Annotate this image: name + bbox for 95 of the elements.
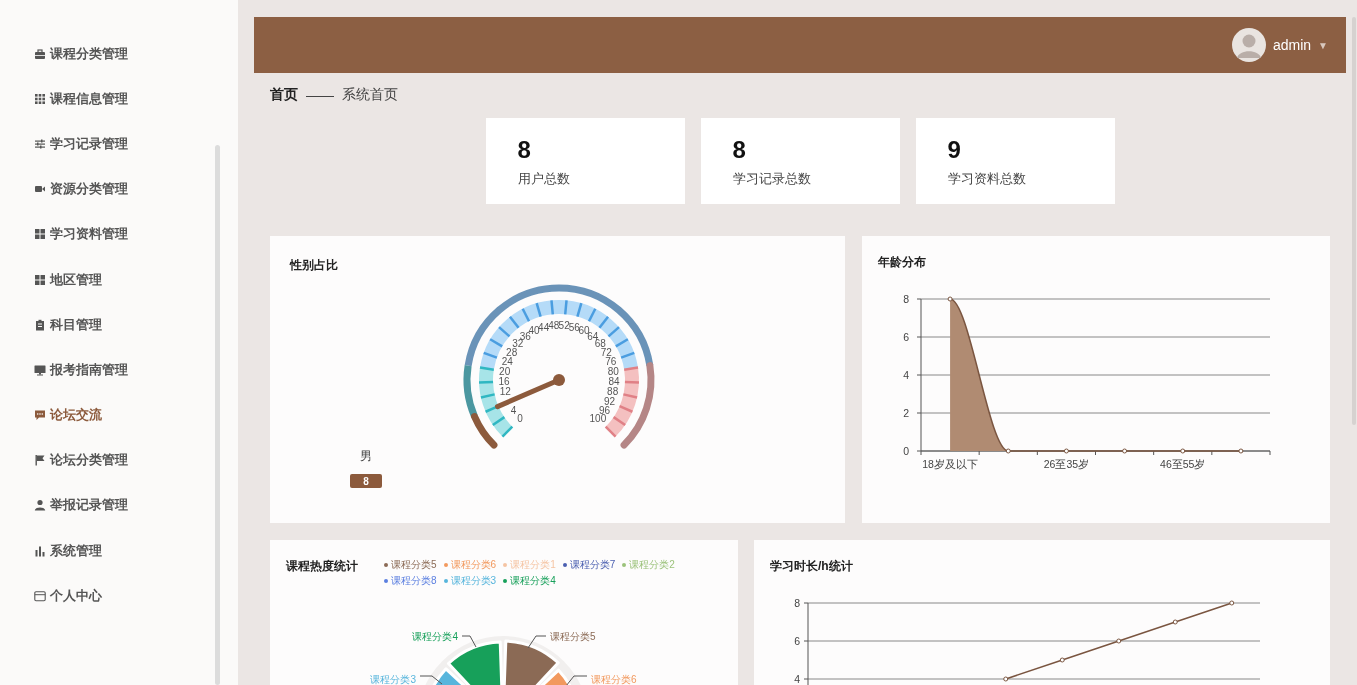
legend-item[interactable]: 课程分类5 xyxy=(384,558,444,572)
slice-label: 课程分类5 xyxy=(550,631,596,642)
series-name: 男 xyxy=(360,449,372,463)
monitor-icon xyxy=(34,363,46,376)
scale-label: 28 xyxy=(506,346,518,358)
scale-label: 44 xyxy=(538,321,550,333)
flag-icon xyxy=(34,454,46,467)
data-point xyxy=(1229,600,1235,606)
sidebar-item[interactable]: 举报记录管理 xyxy=(0,482,238,529)
legend-item[interactable]: 课程分类7 xyxy=(562,558,623,572)
scale-label: 16 xyxy=(498,376,510,388)
axis-label: 8 xyxy=(794,597,800,609)
sidebar-item[interactable]: 论坛交流 xyxy=(0,392,238,438)
sidebar-item[interactable]: 地区管理 xyxy=(0,256,238,303)
person-icon xyxy=(34,499,46,512)
grid-icon xyxy=(34,228,46,241)
bar-chart-icon xyxy=(34,544,46,557)
leader-line xyxy=(565,675,588,685)
chat-bubble-icon xyxy=(34,409,46,422)
card-title: 学习时长/h统计 xyxy=(769,558,854,575)
slice-label: 课程分类3 xyxy=(370,674,416,685)
axis-label: 2 xyxy=(903,407,909,419)
data-point xyxy=(1005,448,1011,454)
sidebar-item[interactable]: 系统管理 xyxy=(0,528,238,574)
slice-label: 课程分类4 xyxy=(412,631,458,642)
breadcrumb-separator: —— xyxy=(306,87,334,103)
sidebar-item[interactable]: 课程信息管理 xyxy=(0,76,238,122)
data-point xyxy=(1180,448,1186,454)
axis-label: 8 xyxy=(903,293,909,305)
scale-label: 4 xyxy=(510,405,517,417)
data-point xyxy=(1063,448,1069,454)
avatar-icon[interactable] xyxy=(1231,28,1266,62)
briefcase-icon xyxy=(34,47,46,60)
clipboard-icon xyxy=(34,318,46,331)
wallet-icon xyxy=(34,589,46,602)
scale-label: 24 xyxy=(501,355,513,367)
card-title: 性别占比 xyxy=(288,257,339,274)
sidebar-item[interactable]: 论坛分类管理 xyxy=(0,437,238,483)
stat-value: 8 xyxy=(517,136,532,164)
scale-label: 52 xyxy=(558,319,570,331)
data-point xyxy=(1059,657,1065,663)
sidebar-item[interactable]: 科目管理 xyxy=(0,302,238,348)
scale-label: 88 xyxy=(607,386,619,398)
leader-line xyxy=(419,675,443,685)
scale-label: 80 xyxy=(607,365,619,377)
pie-slice[interactable] xyxy=(446,640,505,685)
scale-label: 92 xyxy=(603,396,616,408)
axis-label: 4 xyxy=(794,673,800,685)
scale-label: 0 xyxy=(517,413,523,425)
card-title: 课程热度统计 xyxy=(286,558,359,575)
stat-value: 9 xyxy=(947,136,962,164)
stat-value: 8 xyxy=(732,136,747,164)
legend-item[interactable]: 课程分类8 xyxy=(384,574,444,588)
scale-label: 56 xyxy=(568,321,580,333)
scale-label: 84 xyxy=(608,376,620,388)
sliders-icon xyxy=(34,137,46,150)
sidebar-item[interactable]: 报考指南管理 xyxy=(0,347,238,393)
scale-label: 48 xyxy=(548,319,560,331)
breadcrumb-home[interactable]: 首页 xyxy=(270,86,298,104)
data-point xyxy=(1238,448,1244,454)
slice-label: 课程分类6 xyxy=(591,674,637,685)
scale-label: 12 xyxy=(499,386,511,398)
data-point xyxy=(947,296,953,302)
grid-icon xyxy=(34,273,46,286)
axis-label: 0 xyxy=(903,445,909,457)
value-badge: 8 xyxy=(350,474,382,488)
axis-label: 6 xyxy=(794,635,800,647)
sidebar-item[interactable]: 课程分类管理 xyxy=(0,31,238,77)
leader-line xyxy=(527,635,547,649)
grid-icon xyxy=(34,92,46,105)
pie-slice[interactable] xyxy=(501,639,560,685)
leader-line xyxy=(461,635,477,648)
user-name[interactable]: admin xyxy=(1272,37,1312,53)
sidebar-item[interactable]: 资源分类管理 xyxy=(0,166,238,212)
axis-label: 4 xyxy=(903,369,909,381)
axis-label: 6 xyxy=(903,331,909,343)
axis-label: 46至55岁 xyxy=(1160,458,1206,470)
sidebar-item[interactable]: 学习记录管理 xyxy=(0,121,238,167)
sidebar-item[interactable]: 学习资料管理 xyxy=(0,211,238,257)
data-point xyxy=(1122,448,1128,454)
stat-label: 学习记录总数 xyxy=(732,170,812,188)
card-title: 年龄分布 xyxy=(877,254,927,271)
axis-label: 26至35岁 xyxy=(1043,458,1090,470)
data-point xyxy=(1116,638,1122,644)
scale-label: 76 xyxy=(605,355,617,367)
breadcrumb-current: 系统首页 xyxy=(342,86,398,104)
data-point xyxy=(1003,676,1009,682)
stat-label: 学习资料总数 xyxy=(947,170,1027,188)
axis-label: 18岁及以下 xyxy=(922,458,978,470)
scale-label: 20 xyxy=(499,365,511,377)
sidebar-item[interactable]: 个人中心 xyxy=(0,573,238,619)
stat-label: 用户总数 xyxy=(517,170,571,188)
data-point xyxy=(1172,619,1178,625)
scrollbar[interactable] xyxy=(215,145,220,685)
scale-label: 72 xyxy=(600,346,612,358)
